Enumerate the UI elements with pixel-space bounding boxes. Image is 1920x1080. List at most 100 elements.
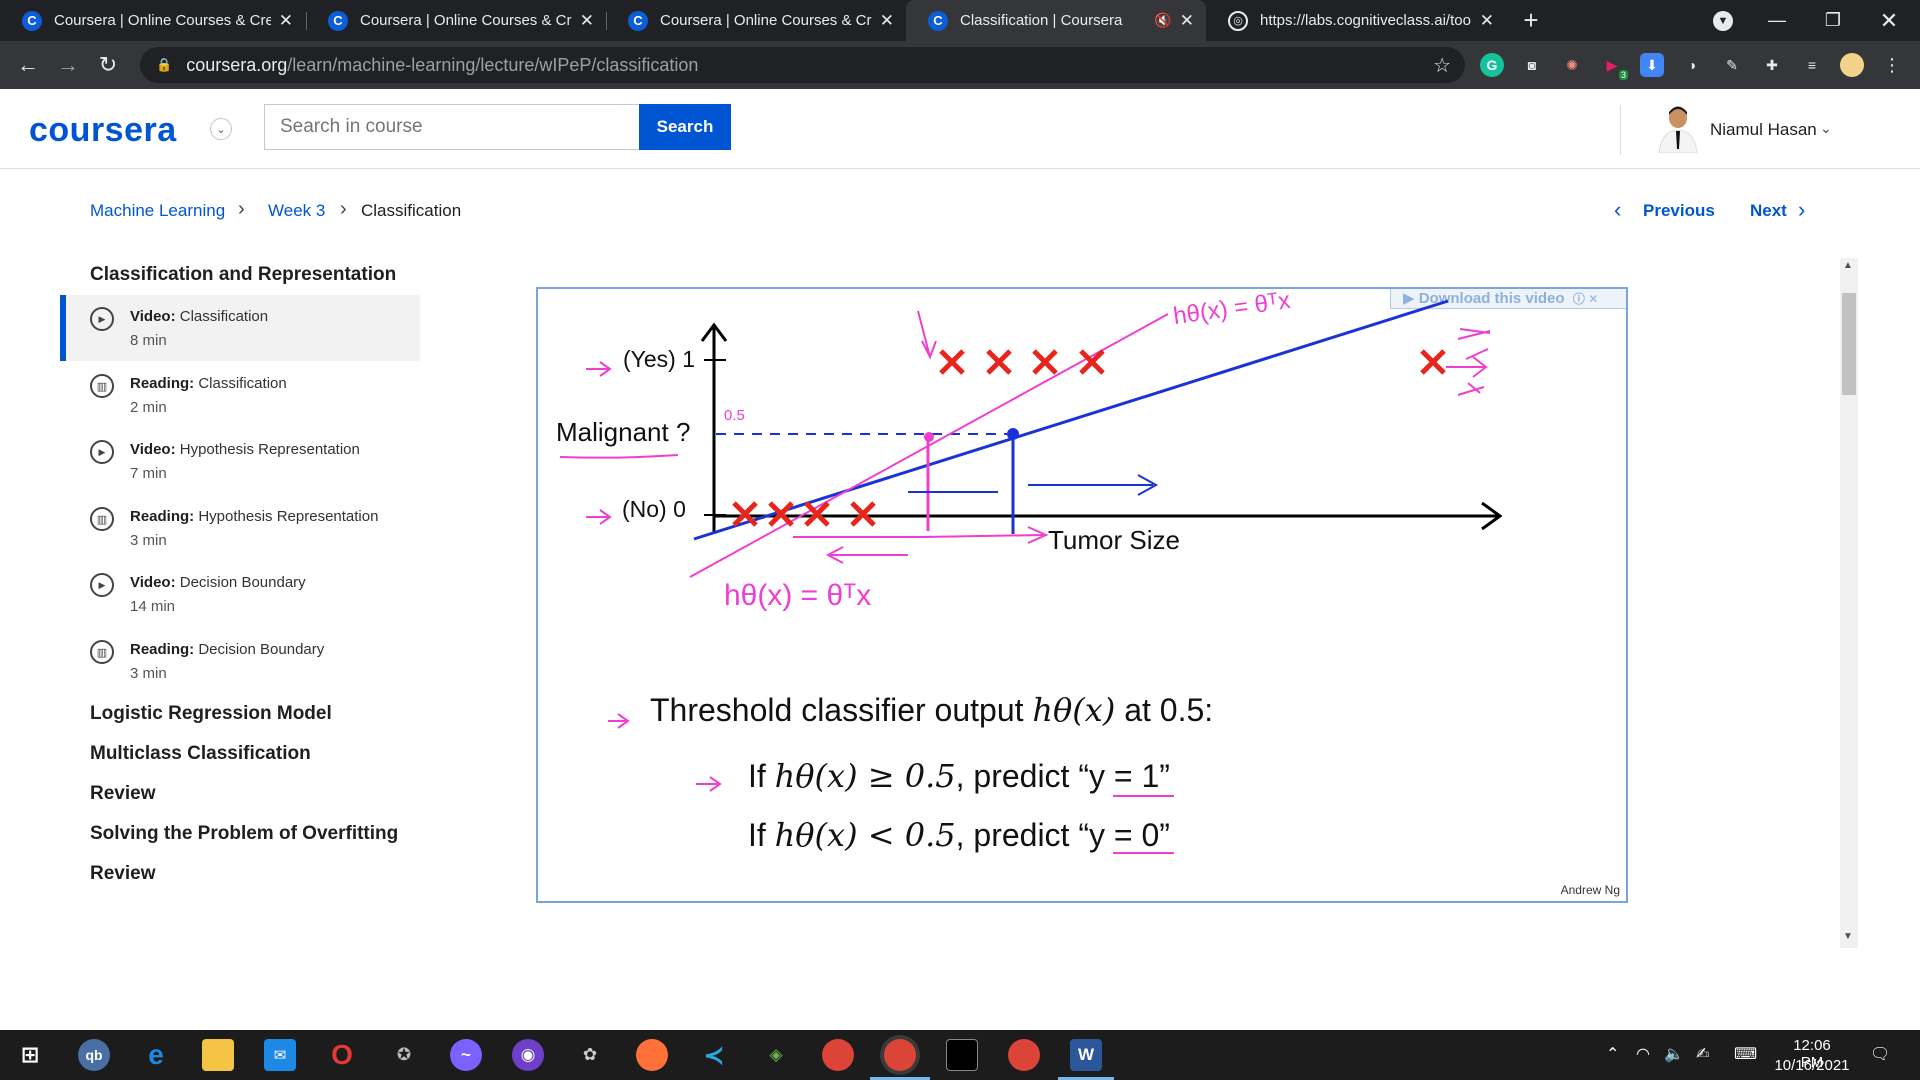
extension-badge: 3 [1618, 70, 1628, 80]
module-overfitting[interactable]: Solving the Problem of Overfitting [90, 823, 398, 845]
breadcrumb-week[interactable]: Week 3 [268, 201, 325, 221]
coursera-header: coursera ⌄ Search Niamul Hasan ⌄ [0, 89, 1920, 169]
back-icon[interactable]: ← [12, 49, 44, 81]
satellite-app-icon[interactable]: ✪ [388, 1039, 420, 1071]
notification-icon[interactable]: 🗨 [1870, 1044, 1890, 1064]
browser-tab-active[interactable]: C Classification | Coursera 🔇 ✕ [906, 0, 1206, 41]
item-name: Hypothesis Representation [198, 508, 379, 525]
sidebar-item-reading-classification[interactable]: ▥ Reading: Classification 2 min [60, 362, 420, 428]
restore-icon[interactable]: ❐ [1810, 0, 1856, 41]
scroll-down-icon[interactable]: ▼ [1843, 931, 1853, 942]
math-run: hθ(x) ≥ 0.5 [774, 757, 956, 795]
windows-start-icon[interactable]: ⊞ [14, 1039, 46, 1071]
avatar[interactable] [1655, 103, 1701, 153]
volume-icon[interactable]: 🔈 [1664, 1044, 1684, 1064]
media-control-icon[interactable]: ≡ [1800, 53, 1824, 77]
blue-point [1007, 428, 1019, 440]
chrome-active-icon[interactable] [884, 1039, 916, 1071]
close-icon[interactable]: ✕ [580, 11, 594, 31]
browser-tab[interactable]: ◎ https://labs.cognitiveclass.ai/tools ✕ [1206, 0, 1506, 41]
github-desktop-icon[interactable]: ◉ [512, 1039, 544, 1071]
clock-date[interactable]: 10/16/2021 [1772, 1057, 1852, 1074]
next-button[interactable]: Next [1750, 201, 1787, 221]
sidebar-item-video-decision-boundary[interactable]: ▶ Video: Decision Boundary 14 min [60, 561, 420, 627]
minimize-icon[interactable]: — [1754, 0, 1800, 41]
module-review[interactable]: Review [90, 863, 155, 885]
close-icon[interactable]: ✕ [279, 11, 293, 31]
coursera-logo[interactable]: coursera [29, 111, 177, 150]
sidebar-item-reading-hypothesis[interactable]: ▥ Reading: Hypothesis Representation 3 m… [60, 495, 420, 561]
address-bar[interactable]: 🔒 coursera.org/learn/machine-learning/le… [140, 47, 1465, 83]
close-icon[interactable]: ✕ [880, 11, 894, 31]
terminal-icon[interactable] [946, 1039, 978, 1071]
search-input[interactable] [264, 104, 640, 150]
app-icon[interactable]: ◈ [760, 1039, 792, 1071]
profile-avatar-icon[interactable] [1840, 53, 1864, 77]
new-tab-button[interactable]: + [1508, 0, 1554, 41]
scrollbar-thumb[interactable] [1842, 293, 1856, 395]
speaker-muted-icon[interactable]: 🔇 [1154, 12, 1171, 29]
reload-icon[interactable]: ↻ [92, 49, 124, 81]
grammarly-icon[interactable]: G [1480, 53, 1504, 77]
breadcrumb-course[interactable]: Machine Learning [90, 201, 225, 221]
slide-no-label: (No) 0 [622, 496, 686, 522]
wifi-icon[interactable]: ◠ [1636, 1044, 1650, 1064]
item-name: Classification [198, 375, 287, 392]
module-logistic-regression[interactable]: Logistic Regression Model [90, 703, 332, 725]
firefox-icon[interactable] [636, 1039, 668, 1071]
chevron-right-icon[interactable]: › [1798, 197, 1805, 223]
qb-icon[interactable]: qb [78, 1039, 110, 1071]
previous-button[interactable]: Previous [1643, 201, 1715, 221]
book-icon: ▥ [90, 507, 114, 531]
video-player[interactable]: ▶ Download this video ⓘ ✕ (Yes) 1 (No) 0… [536, 287, 1628, 903]
play-icon: ▶ [90, 307, 114, 331]
sidebar-item-video-hypothesis[interactable]: ▶ Video: Hypothesis Representation 7 min [60, 428, 420, 494]
bookmark-star-icon[interactable]: ☆ [1433, 53, 1451, 78]
chrome-icon[interactable] [822, 1039, 854, 1071]
edge-icon[interactable]: e [140, 1039, 172, 1071]
browser-tab[interactable]: C Coursera | Online Courses & Credential… [306, 0, 606, 41]
download-extension-icon[interactable]: ⬇ [1640, 53, 1664, 77]
more-menu-icon[interactable]: ⋮ [1880, 53, 1904, 77]
camera-icon[interactable]: ◙ [1520, 53, 1544, 77]
module-review[interactable]: Review [90, 783, 155, 805]
file-explorer-icon[interactable] [202, 1039, 234, 1071]
browser-tab[interactable]: C Coursera | Online Courses & Credential… [606, 0, 906, 41]
vscode-icon[interactable]: ≺ [698, 1039, 730, 1071]
item-title: Reading: Classification [130, 375, 287, 392]
item-name: Decision Boundary [179, 574, 306, 591]
tray-chevron-icon[interactable]: ⌃ [1606, 1044, 1619, 1064]
sync-extension-icon[interactable]: ◑ [1680, 53, 1704, 77]
keyboard-icon[interactable]: ⌨ [1734, 1044, 1757, 1064]
extension-icon[interactable]: ✺ [1560, 53, 1584, 77]
module-title[interactable]: Classification and Representation [90, 264, 396, 286]
messenger-icon[interactable]: ~ [450, 1039, 482, 1071]
flag-extension-icon[interactable]: ▶ 3 [1600, 53, 1628, 80]
chrome-profile-icon[interactable] [1008, 1039, 1040, 1071]
play-icon: ▶ [90, 440, 114, 464]
pen-icon[interactable]: ✍ [1696, 1044, 1709, 1064]
scroll-up-icon[interactable]: ▲ [1843, 260, 1853, 271]
window-close-icon[interactable]: ✕ [1866, 0, 1912, 41]
chevron-down-icon[interactable]: ⌄ [210, 118, 232, 140]
user-name[interactable]: Niamul Hasan [1710, 120, 1817, 140]
forward-icon[interactable]: → [52, 49, 84, 81]
browser-tab-bar: C Coursera | Online Courses & Credential… [0, 0, 1920, 41]
app-icon[interactable]: ✿ [574, 1039, 606, 1071]
mail-icon[interactable]: ✉ [264, 1039, 296, 1071]
slide-line-predict-1: If hθ(x) ≥ 0.5, predict “y = 1” [748, 757, 1170, 795]
pen-extension-icon[interactable]: ✎ [1720, 53, 1744, 77]
search-button[interactable]: Search [639, 104, 731, 150]
chevron-left-icon[interactable]: ‹ [1614, 197, 1621, 223]
browser-tab[interactable]: C Coursera | Online Courses & Credential… [0, 0, 305, 41]
opera-icon[interactable]: O [326, 1039, 358, 1071]
sidebar-item-video-classification[interactable]: ▶ Video: Classification 8 min [60, 295, 420, 361]
extensions-puzzle-icon[interactable]: ✚ [1760, 53, 1784, 77]
chevron-down-icon[interactable]: ⌄ [1820, 120, 1832, 137]
sidebar-item-reading-decision-boundary[interactable]: ▥ Reading: Decision Boundary 3 min [60, 628, 420, 694]
close-icon[interactable]: ✕ [1180, 11, 1194, 31]
close-icon[interactable]: ✕ [1480, 11, 1494, 31]
word-icon[interactable]: W [1070, 1039, 1102, 1071]
module-multiclass[interactable]: Multiclass Classification [90, 743, 311, 765]
tab-search-icon[interactable]: ▼ [1700, 0, 1746, 41]
